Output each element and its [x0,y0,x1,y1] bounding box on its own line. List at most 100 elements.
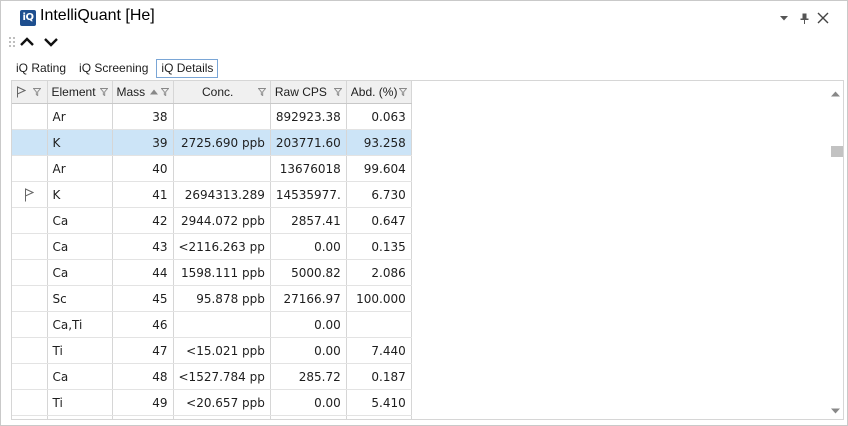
conc-cell[interactable]: 2694313.289 [173,181,271,208]
flag-cell[interactable] [12,233,48,260]
filter-icon[interactable] [99,88,108,96]
abd-cell[interactable]: 0.135 [346,233,412,260]
abd-cell[interactable]: 100.000 [346,285,412,312]
flag-cell[interactable] [12,181,48,208]
toolbar-grip-icon[interactable] [8,36,16,50]
raw-cps-cell[interactable]: 14535977. [270,181,347,208]
column-header-mass[interactable]: Mass [112,81,174,104]
filter-icon[interactable] [398,88,407,96]
raw-cps-cell[interactable]: 203771.60 [270,129,347,156]
element-cell[interactable]: K [47,129,113,156]
abd-cell[interactable]: 2.086 [346,259,412,286]
element-cell[interactable]: Ti [47,389,113,416]
conc-cell[interactable] [173,311,271,338]
mass-cell[interactable]: 45 [112,285,174,312]
scroll-down-icon[interactable] [831,408,840,414]
chevron-down-icon[interactable] [43,35,59,49]
table-row[interactable]: Ti 47 <15.021 ppb 0.00 7.440 [12,337,412,364]
conc-cell[interactable] [173,103,271,130]
flag-cell[interactable] [12,155,48,182]
raw-cps-cell[interactable]: 5000.82 [270,259,347,286]
flag-cell[interactable] [12,311,48,338]
abd-cell[interactable]: 6.730 [346,181,412,208]
abd-cell[interactable]: 0.647 [346,207,412,234]
abd-cell[interactable]: 99.604 [346,155,412,182]
table-row[interactable]: Ca 48 <1527.784 pp 285.72 0.187 [12,363,412,390]
element-cell[interactable]: Ca [47,207,113,234]
element-cell[interactable]: Ar [47,155,113,182]
mass-cell[interactable]: 42 [112,207,174,234]
conc-cell[interactable]: <2116.263 pp [173,233,271,260]
mass-cell[interactable]: 40 [112,155,174,182]
abd-cell[interactable]: 0.063 [346,103,412,130]
raw-cps-cell[interactable]: 0.00 [270,233,347,260]
vertical-scrollbar[interactable] [828,81,843,419]
flag-cell[interactable] [12,129,48,156]
filter-icon[interactable] [160,88,169,96]
abd-cell[interactable]: 7.440 [346,337,412,364]
mass-cell[interactable]: 43 [112,233,174,260]
column-header-flag[interactable] [12,81,48,104]
element-cell[interactable]: Ca [47,233,113,260]
table-row[interactable]: K 41 2694313.289 14535977. 6.730 [12,181,412,208]
mass-cell[interactable]: 49 [112,389,174,416]
raw-cps-cell[interactable]: 27166.97 [270,285,347,312]
chevron-up-icon[interactable] [19,35,35,49]
tab-iq-rating[interactable]: iQ Rating [11,59,71,78]
conc-cell[interactable]: 95.878 ppb [173,285,271,312]
flag-cell[interactable] [12,389,48,416]
flag-cell[interactable] [12,259,48,286]
column-header-conc[interactable]: Conc. [173,81,271,104]
mass-cell[interactable]: 44 [112,259,174,286]
abd-cell[interactable]: 0.187 [346,363,412,390]
element-cell[interactable]: K [47,181,113,208]
tab-iq-details[interactable]: iQ Details [156,59,219,78]
abd-cell[interactable] [346,311,412,338]
element-cell[interactable]: Ar [47,103,113,130]
raw-cps-cell[interactable]: 0.00 [270,337,347,364]
raw-cps-cell[interactable]: 892923.38 [270,103,347,130]
mass-cell[interactable]: 46 [112,311,174,338]
flag-cell[interactable] [12,207,48,234]
conc-cell[interactable]: <15.021 ppb [173,337,271,364]
conc-cell[interactable]: 2725.690 ppb [173,129,271,156]
tab-iq-screening[interactable]: iQ Screening [74,59,153,78]
flag-cell[interactable] [12,363,48,390]
conc-cell[interactable] [173,155,271,182]
element-cell[interactable]: Ti [47,337,113,364]
table-row[interactable]: Ti 49 <20.657 ppb 0.00 5.410 [12,389,412,416]
scroll-up-icon[interactable] [831,91,840,97]
window-menu-dropdown-icon[interactable] [777,11,791,25]
conc-cell[interactable]: 2944.072 ppb [173,207,271,234]
raw-cps-cell[interactable]: 13676018 [270,155,347,182]
table-row[interactable]: Ca 42 2944.072 ppb 2857.41 0.647 [12,207,412,234]
column-header-element[interactable]: Element [47,81,113,104]
table-row[interactable]: Ca 44 1598.111 ppb 5000.82 2.086 [12,259,412,286]
table-row[interactable]: Ar 38 892923.38 0.063 [12,103,412,130]
raw-cps-cell[interactable]: 285.72 [270,363,347,390]
table-row[interactable]: K 39 2725.690 ppb 203771.60 93.258 [12,129,412,156]
table-row[interactable]: Sc 45 95.878 ppb 27166.97 100.000 [12,285,412,312]
table-row[interactable]: Ca 43 <2116.263 pp 0.00 0.135 [12,233,412,260]
column-header-abd[interactable]: Abd. (%) [346,81,412,104]
conc-cell[interactable]: 1598.111 ppb [173,259,271,286]
scrollbar-thumb[interactable] [831,146,843,157]
table-row[interactable] [12,415,412,419]
mass-cell[interactable]: 38 [112,103,174,130]
abd-cell[interactable]: 5.410 [346,389,412,416]
column-header-raw-cps[interactable]: Raw CPS [270,81,347,104]
mass-cell[interactable]: 48 [112,363,174,390]
table-row[interactable]: Ar 40 13676018 99.604 [12,155,412,182]
table-row[interactable]: Ca,Ti 46 0.00 [12,311,412,338]
abd-cell[interactable]: 93.258 [346,129,412,156]
flag-cell[interactable] [12,285,48,312]
flag-cell[interactable] [12,103,48,130]
conc-cell[interactable]: <20.657 ppb [173,389,271,416]
pin-icon[interactable] [797,11,811,25]
element-cell[interactable]: Ca,Ti [47,311,113,338]
raw-cps-cell[interactable]: 0.00 [270,311,347,338]
flag-cell[interactable] [12,337,48,364]
mass-cell[interactable]: 39 [112,129,174,156]
mass-cell[interactable]: 41 [112,181,174,208]
mass-cell[interactable]: 47 [112,337,174,364]
